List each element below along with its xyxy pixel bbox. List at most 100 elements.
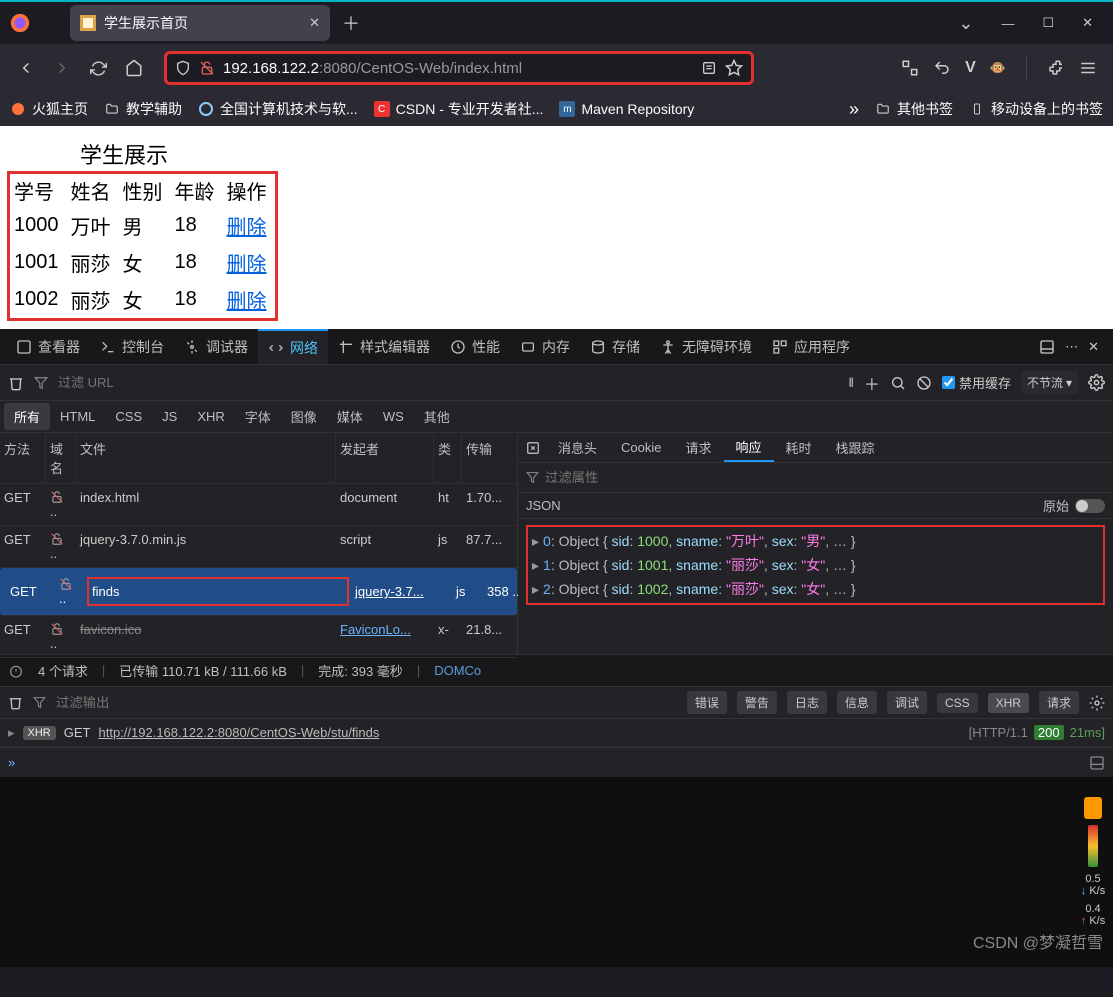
throttle-select[interactable]: 不节流▾ bbox=[1021, 371, 1078, 394]
raw-toggle[interactable] bbox=[1075, 499, 1105, 513]
delete-link[interactable]: 删除 bbox=[227, 217, 267, 239]
trash-icon[interactable] bbox=[8, 695, 23, 710]
col-transfer[interactable]: 传输 bbox=[462, 433, 518, 483]
filter-html[interactable]: HTML bbox=[50, 405, 105, 428]
pill-requests[interactable]: 请求 bbox=[1039, 691, 1079, 714]
window-close-icon[interactable]: ✕ bbox=[1082, 15, 1093, 31]
maximize-icon[interactable]: ☐ bbox=[1042, 15, 1054, 31]
bookmark-csdn[interactable]: CCSDN - 专业开发者社... bbox=[374, 99, 544, 119]
json-object-row[interactable]: ▸2: Object { sid: 1002, sname: "丽莎", sex… bbox=[532, 577, 1099, 601]
overlay-shield-icon[interactable] bbox=[1084, 797, 1102, 819]
tab-accessibility[interactable]: 无障碍环境 bbox=[650, 329, 762, 364]
disable-cache-checkbox[interactable]: 禁用缓存 bbox=[942, 373, 1011, 392]
tab-storage[interactable]: 存储 bbox=[580, 329, 650, 364]
collapse-drawer-icon[interactable] bbox=[1089, 755, 1105, 771]
more-icon[interactable]: ⋯ bbox=[1065, 339, 1078, 355]
chevron-down-icon[interactable]: ⌄ bbox=[958, 13, 973, 34]
pause-icon[interactable]: ‖ bbox=[849, 375, 854, 390]
resp-tab-response[interactable]: 响应 bbox=[724, 433, 774, 462]
close-icon[interactable]: ✕ bbox=[309, 15, 320, 31]
filter-js[interactable]: JS bbox=[152, 405, 187, 428]
col-type[interactable]: 类 bbox=[434, 433, 462, 483]
resp-tab-headers[interactable]: 消息头 bbox=[546, 434, 609, 461]
console-log-row[interactable]: ▸ XHR GET http://192.168.122.2:8080/Cent… bbox=[0, 719, 1113, 747]
tab-performance[interactable]: 性能 bbox=[440, 329, 510, 364]
bookmark-mobile[interactable]: 移动设备上的书签 bbox=[969, 99, 1103, 119]
search-icon[interactable] bbox=[890, 375, 906, 391]
ext-v-icon[interactable]: V bbox=[965, 59, 976, 77]
pill-warn[interactable]: 警告 bbox=[737, 691, 777, 714]
gear-icon[interactable] bbox=[1088, 374, 1105, 391]
tab-style-editor[interactable]: 样式编辑器 bbox=[328, 329, 440, 364]
console-url[interactable]: http://192.168.122.2:8080/CentOS-Web/stu… bbox=[99, 725, 380, 740]
reader-icon[interactable] bbox=[701, 60, 717, 76]
tab-console[interactable]: 控制台 bbox=[90, 329, 174, 364]
json-object-row[interactable]: ▸0: Object { sid: 1000, sname: "万叶", sex… bbox=[532, 529, 1099, 553]
network-request-row[interactable]: GET ..findsjquery-3.7...js358 ... bbox=[0, 568, 517, 616]
bookmark-ncre[interactable]: 全国计算机技术与软... bbox=[198, 99, 358, 119]
expand-icon[interactable]: ▸ bbox=[8, 725, 15, 741]
col-method[interactable]: 方法 bbox=[0, 433, 46, 483]
block-icon[interactable] bbox=[916, 375, 932, 391]
tab-memory[interactable]: 内存 bbox=[510, 329, 580, 364]
pill-error[interactable]: 错误 bbox=[687, 691, 727, 714]
filter-img[interactable]: 图像 bbox=[281, 403, 327, 430]
app-menu-icon[interactable] bbox=[1079, 59, 1097, 77]
network-request-row[interactable]: GET ..jquery-3.7.0.min.jsscriptjs87.7... bbox=[0, 526, 517, 568]
tab-application[interactable]: 应用程序 bbox=[762, 329, 860, 364]
bookmark-firefox-home[interactable]: 火狐主页 bbox=[10, 99, 88, 119]
col-domain[interactable]: 域名 bbox=[46, 433, 76, 483]
url-bar[interactable]: 192.168.122.2:8080/CentOS-Web/index.html bbox=[164, 51, 754, 85]
shield-icon[interactable] bbox=[175, 60, 191, 76]
network-request-row[interactable]: GET ..index.htmldocumentht1.70... bbox=[0, 484, 517, 526]
resp-tab-request[interactable]: 请求 bbox=[673, 434, 723, 461]
bookmarks-overflow-icon[interactable]: » bbox=[849, 99, 859, 120]
filter-url-input[interactable] bbox=[58, 375, 839, 390]
ext-monkey-icon[interactable]: 🐵 bbox=[990, 60, 1006, 76]
minimize-icon[interactable]: ― bbox=[1001, 16, 1014, 31]
filter-icon[interactable] bbox=[33, 696, 46, 709]
network-request-row[interactable]: GET ..favicon.icoFaviconLo...x-21.8... bbox=[0, 616, 517, 658]
home-button[interactable] bbox=[118, 52, 150, 84]
stopwatch-icon[interactable] bbox=[8, 663, 24, 679]
ext-crop-icon[interactable] bbox=[901, 59, 919, 77]
lock-insecure-icon[interactable] bbox=[199, 60, 215, 76]
pill-css[interactable]: CSS bbox=[937, 693, 978, 713]
json-object-row[interactable]: ▸1: Object { sid: 1001, sname: "丽莎", sex… bbox=[532, 553, 1099, 577]
bookmark-star-icon[interactable] bbox=[725, 59, 743, 77]
tab-network[interactable]: 网络 bbox=[258, 329, 328, 364]
pill-debug[interactable]: 调试 bbox=[887, 691, 927, 714]
close-devtools-icon[interactable]: ✕ bbox=[1088, 339, 1099, 355]
response-filter-input[interactable] bbox=[545, 470, 1105, 485]
filter-ws[interactable]: WS bbox=[373, 405, 414, 428]
extensions-icon[interactable] bbox=[1047, 59, 1065, 77]
console-input-row[interactable]: » bbox=[0, 747, 1113, 777]
pill-xhr[interactable]: XHR bbox=[988, 693, 1029, 713]
response-close-icon[interactable] bbox=[526, 441, 540, 455]
filter-font[interactable]: 字体 bbox=[235, 403, 281, 430]
browser-tab[interactable]: 学生展示首页 ✕ bbox=[70, 5, 330, 41]
bookmark-maven[interactable]: mMaven Repository bbox=[559, 101, 694, 117]
pill-log[interactable]: 日志 bbox=[787, 691, 827, 714]
resp-tab-stack[interactable]: 栈跟踪 bbox=[824, 434, 887, 461]
delete-link[interactable]: 删除 bbox=[227, 291, 267, 313]
bookmark-folder-teaching[interactable]: 教学辅助 bbox=[104, 99, 182, 119]
delete-link[interactable]: 删除 bbox=[227, 254, 267, 276]
col-file[interactable]: 文件 bbox=[76, 433, 336, 483]
filter-icon[interactable] bbox=[526, 471, 539, 484]
col-initiator[interactable]: 发起者 bbox=[336, 433, 434, 483]
pill-info[interactable]: 信息 bbox=[837, 691, 877, 714]
dock-icon[interactable] bbox=[1039, 339, 1055, 355]
filter-media[interactable]: 媒体 bbox=[327, 403, 373, 430]
filter-css[interactable]: CSS bbox=[105, 405, 152, 428]
filter-icon[interactable] bbox=[34, 376, 48, 390]
forward-button[interactable] bbox=[46, 52, 78, 84]
add-icon[interactable]: ＋ bbox=[864, 371, 880, 395]
tab-debugger[interactable]: 调试器 bbox=[174, 329, 258, 364]
ext-undo-icon[interactable] bbox=[933, 59, 951, 77]
resp-tab-timing[interactable]: 耗时 bbox=[774, 434, 824, 461]
console-filter-input[interactable] bbox=[56, 695, 677, 710]
filter-other[interactable]: 其他 bbox=[414, 403, 460, 430]
filter-xhr[interactable]: XHR bbox=[187, 405, 234, 428]
new-tab-button[interactable]: ＋ bbox=[342, 10, 360, 36]
